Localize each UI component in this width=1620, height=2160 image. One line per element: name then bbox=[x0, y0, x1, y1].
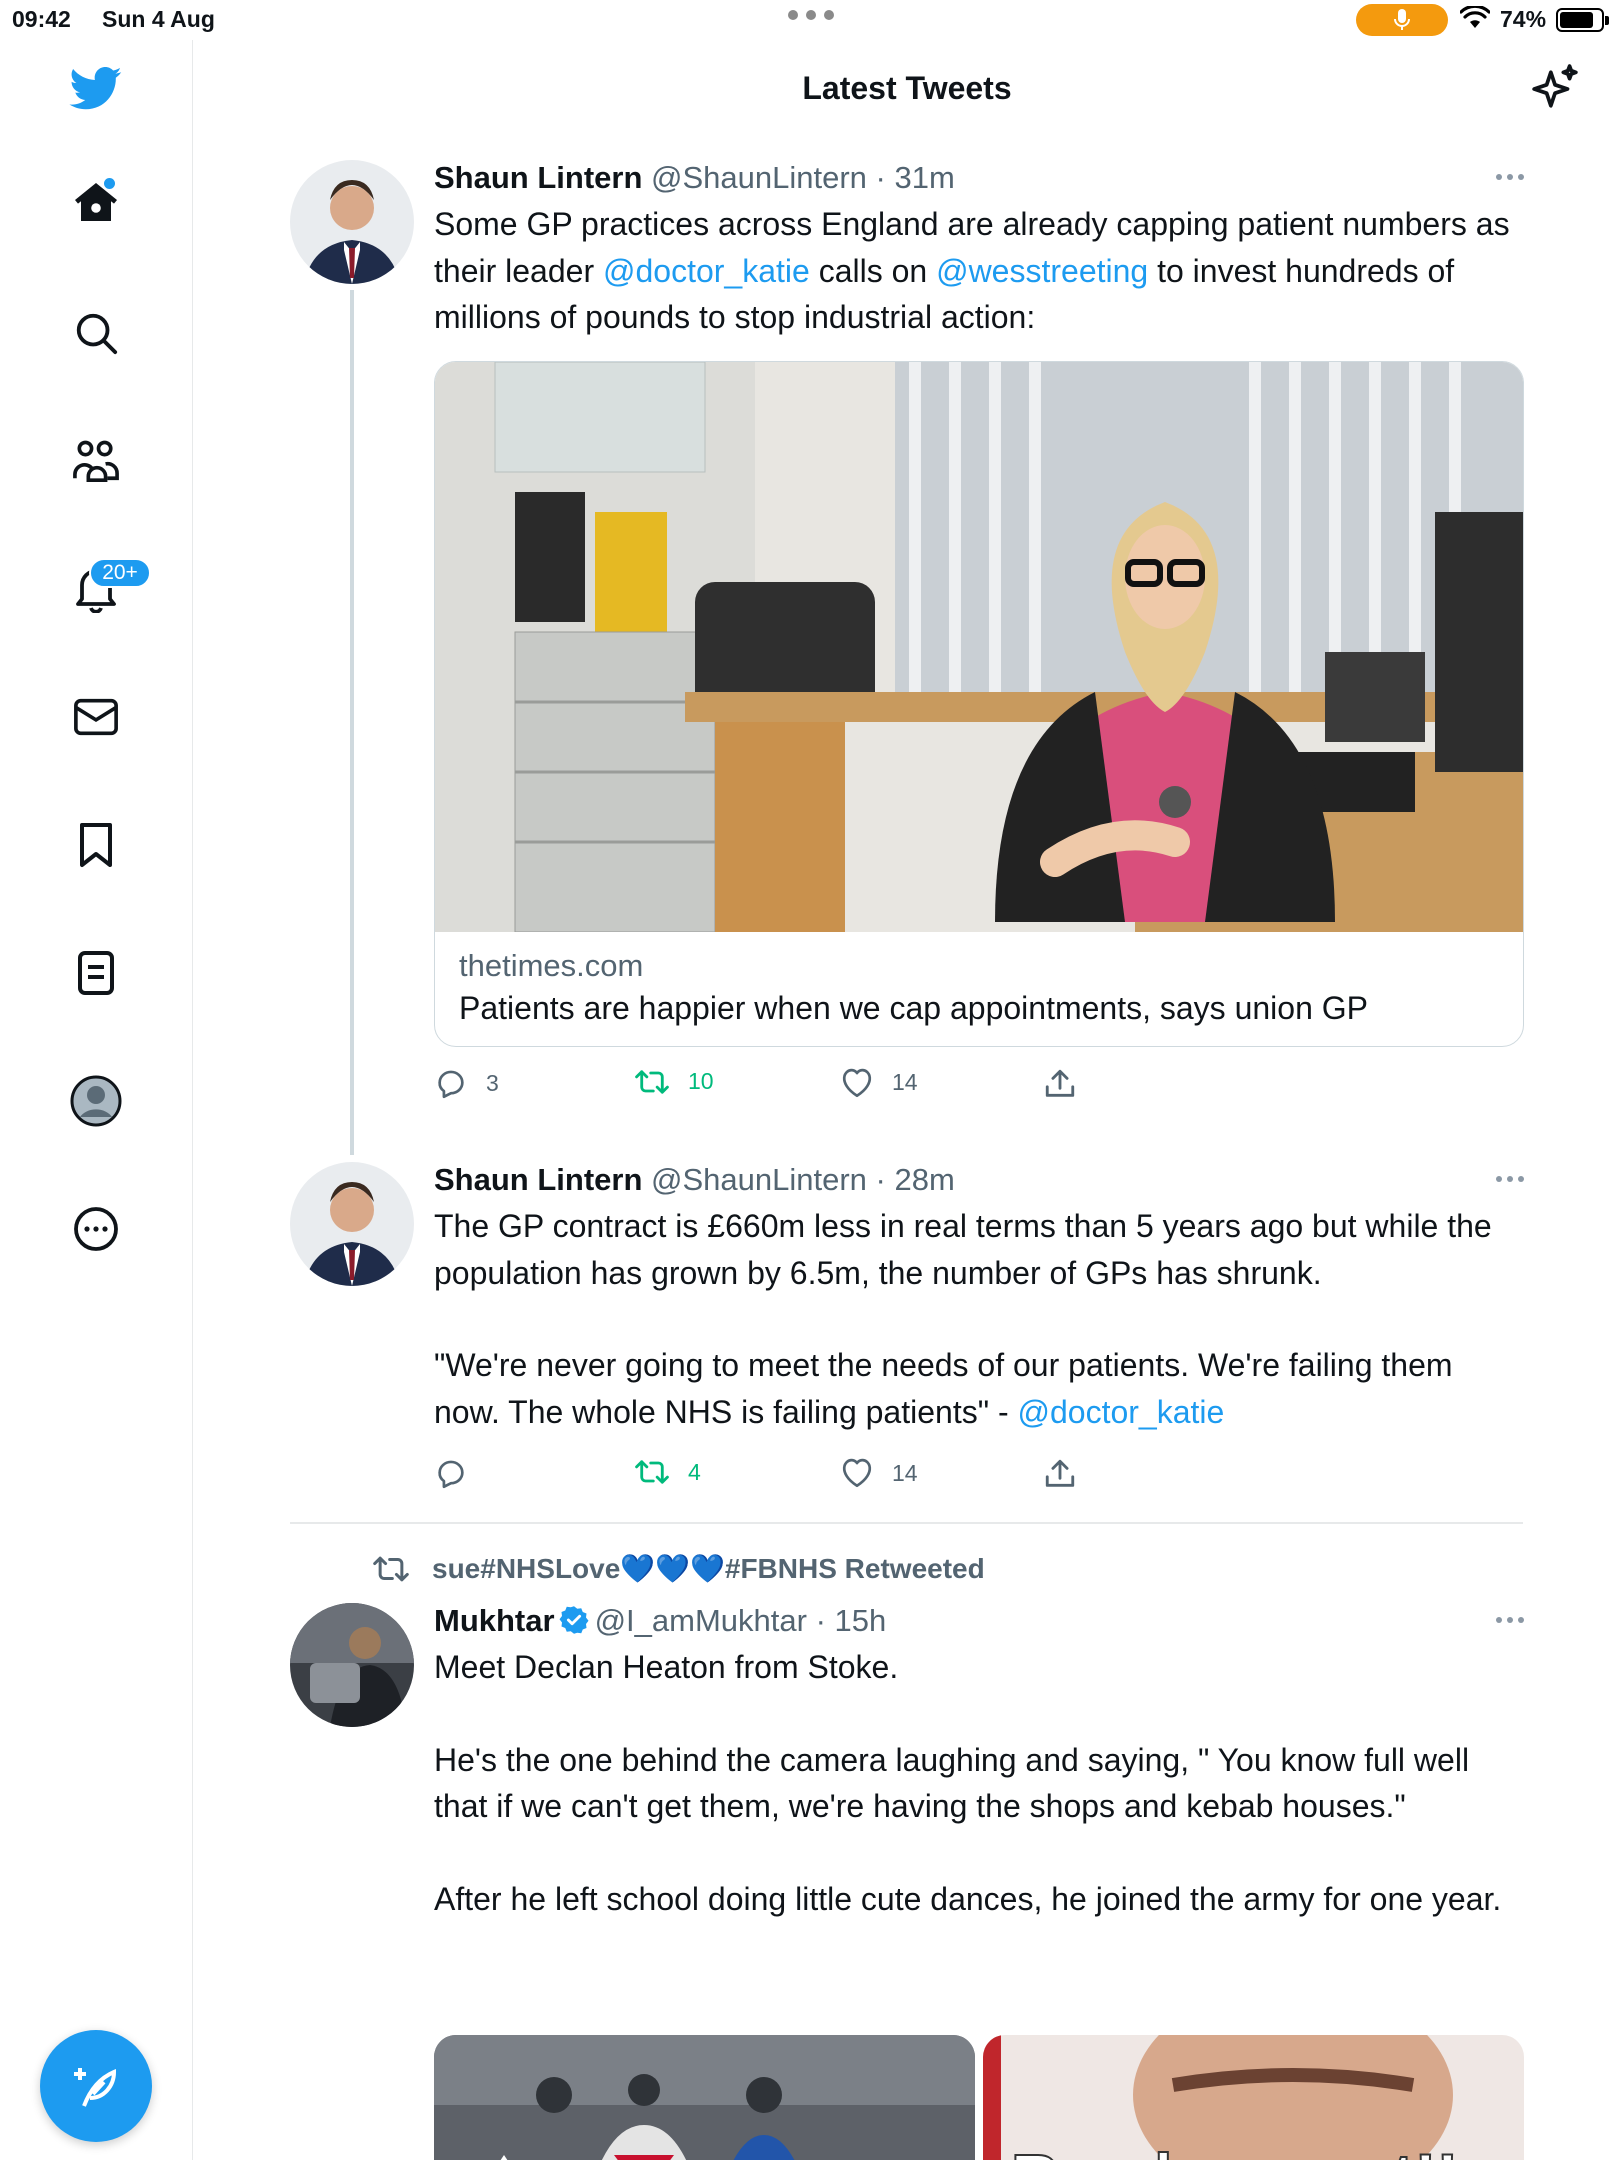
retweet-count: 4 bbox=[688, 1458, 701, 1485]
tweet[interactable]: Shaun Lintern @ShaunLintern · 28m The GP… bbox=[290, 1162, 1524, 1502]
more-options-icon[interactable] bbox=[65, 1198, 127, 1260]
media-caption: Ready or not!! bbox=[1010, 2139, 1459, 2160]
verified-badge-icon bbox=[559, 1606, 589, 1634]
reply-button[interactable] bbox=[434, 1457, 486, 1491]
tweet-paragraph: The GP contract is £660m less in real te… bbox=[434, 1208, 1501, 1291]
bookmarks-icon[interactable] bbox=[65, 814, 127, 876]
notifications-bell-icon[interactable]: 20+ bbox=[65, 558, 151, 620]
link-card-image bbox=[435, 361, 1523, 932]
reply-button[interactable]: 3 bbox=[434, 1067, 499, 1101]
avatar[interactable] bbox=[290, 1603, 414, 1727]
multitasking-dots-icon[interactable] bbox=[788, 10, 834, 24]
retweeted-by[interactable]: sue#NHSLove💙💙💙#FBNHS Retweeted bbox=[372, 1552, 985, 1585]
battery-percentage: 74% bbox=[1500, 6, 1547, 32]
separator-dot: · bbox=[866, 160, 895, 195]
compose-feather-icon bbox=[74, 2068, 117, 2107]
home-icon[interactable] bbox=[65, 172, 127, 234]
tweet-time[interactable]: 28m bbox=[894, 1162, 954, 1197]
wifi-icon bbox=[1460, 6, 1490, 28]
tweet-time[interactable]: 15h bbox=[835, 1603, 887, 1638]
like-count: 14 bbox=[892, 1069, 918, 1095]
separator-dot: · bbox=[806, 1603, 835, 1638]
author-name[interactable]: Shaun Lintern bbox=[434, 1162, 642, 1197]
sidebar: 20+ bbox=[0, 40, 193, 2160]
share-button[interactable] bbox=[1044, 1457, 1076, 1491]
share-icon bbox=[1045, 1069, 1075, 1097]
tweet-text: The GP contract is £660m less in real te… bbox=[434, 1203, 1524, 1435]
author-name[interactable]: Shaun Lintern bbox=[434, 160, 642, 195]
tweet-media[interactable]: Ready or not!! bbox=[434, 2035, 1524, 2160]
author-handle: @ShaunLintern bbox=[651, 1162, 867, 1197]
media-image[interactable] bbox=[434, 2035, 975, 2160]
like-count: 14 bbox=[892, 1459, 918, 1486]
author-handle: @ShaunLintern bbox=[651, 160, 867, 195]
messages-envelope-icon[interactable] bbox=[65, 686, 127, 748]
reply-icon bbox=[438, 1460, 464, 1489]
twitter-logo-icon[interactable] bbox=[65, 58, 127, 120]
mention-link[interactable]: @doctor_katie bbox=[603, 253, 810, 289]
tweet-text-part: "We're never going to meet the needs of … bbox=[434, 1347, 1462, 1430]
separator-dot: · bbox=[866, 1162, 895, 1197]
status-bar: 09:42 Sun 4 Aug 74% bbox=[0, 0, 1620, 40]
link-card[interactable]: thetimes.com Patients are happier when w… bbox=[434, 360, 1524, 1047]
like-button[interactable]: 14 bbox=[840, 1457, 918, 1489]
media-image[interactable]: Ready or not!! bbox=[983, 2035, 1524, 2160]
more-options-icon[interactable] bbox=[1496, 174, 1524, 180]
heart-icon bbox=[842, 1068, 872, 1097]
tweet-paragraph: Meet Declan Heaton from Stoke. bbox=[434, 1649, 899, 1685]
thread-line bbox=[350, 290, 354, 1155]
share-button[interactable] bbox=[1044, 1067, 1076, 1101]
more-options-icon[interactable] bbox=[1496, 1176, 1524, 1182]
status-time: 09:42 bbox=[12, 6, 71, 32]
tweet-actions: 4 14 bbox=[434, 1457, 1524, 1507]
retweet-icon bbox=[635, 1069, 669, 1094]
new-tweets-dot bbox=[104, 178, 115, 189]
tweet-paragraph: He's the one behind the camera laughing … bbox=[434, 1741, 1478, 1825]
status-date: Sun 4 Aug bbox=[102, 6, 215, 32]
battery-icon bbox=[1556, 8, 1609, 32]
tweet-text: Some GP practices across England are alr… bbox=[434, 201, 1524, 341]
retweet-button[interactable]: 10 bbox=[634, 1067, 714, 1097]
reply-count: 3 bbox=[486, 1070, 499, 1096]
tweet-divider bbox=[290, 1522, 1523, 1524]
lists-icon[interactable] bbox=[65, 942, 127, 1004]
link-card-headline: Patients are happier when we cap appoint… bbox=[459, 989, 1368, 1026]
communities-icon[interactable] bbox=[65, 430, 127, 492]
compose-tweet-button[interactable] bbox=[40, 2030, 152, 2142]
author-handle: @I_amMukhtar bbox=[594, 1603, 807, 1638]
notifications-badge: 20+ bbox=[89, 558, 151, 588]
tweet-actions: 3 10 14 bbox=[434, 1067, 1524, 1117]
avatar[interactable] bbox=[290, 1162, 414, 1286]
author-name[interactable]: Mukhtar bbox=[434, 1603, 555, 1638]
share-icon bbox=[1045, 1459, 1075, 1487]
more-options-icon[interactable] bbox=[1496, 1617, 1524, 1623]
microphone-indicator-icon bbox=[1356, 4, 1448, 36]
tweet-text-part: calls on bbox=[809, 252, 937, 289]
page-title: Latest Tweets bbox=[802, 70, 1012, 106]
reply-icon bbox=[438, 1070, 464, 1098]
search-icon[interactable] bbox=[65, 302, 127, 364]
profile-avatar-icon[interactable] bbox=[65, 1070, 127, 1132]
retweet-button[interactable]: 4 bbox=[634, 1457, 701, 1487]
sparkle-icon[interactable] bbox=[1530, 64, 1580, 114]
tweet-paragraph: After he left school doing little cute d… bbox=[434, 1880, 1502, 1917]
tweet-text: Meet Declan Heaton from Stoke. He's the o… bbox=[434, 1644, 1524, 1922]
tweet[interactable]: Shaun Lintern @ShaunLintern · 31m Some G… bbox=[290, 160, 1524, 1155]
avatar[interactable] bbox=[290, 160, 414, 284]
retweeted-by-label: sue#NHSLove💙💙💙#FBNHS Retweeted bbox=[432, 1553, 985, 1584]
heart-icon bbox=[842, 1458, 872, 1488]
tweet-time[interactable]: 31m bbox=[894, 160, 954, 195]
mention-link[interactable]: @wesstreeting bbox=[936, 253, 1148, 289]
link-card-domain: thetimes.com bbox=[459, 947, 644, 983]
like-button[interactable]: 14 bbox=[840, 1067, 918, 1099]
mention-link[interactable]: @doctor_katie bbox=[1018, 1394, 1225, 1430]
tweet-paragraph: "We're never going to meet the needs of … bbox=[434, 1342, 1524, 1435]
timeline-header: Latest Tweets bbox=[194, 40, 1620, 140]
retweet-icon bbox=[373, 1556, 409, 1581]
retweet-count: 10 bbox=[688, 1068, 714, 1094]
retweet-icon bbox=[635, 1460, 669, 1484]
